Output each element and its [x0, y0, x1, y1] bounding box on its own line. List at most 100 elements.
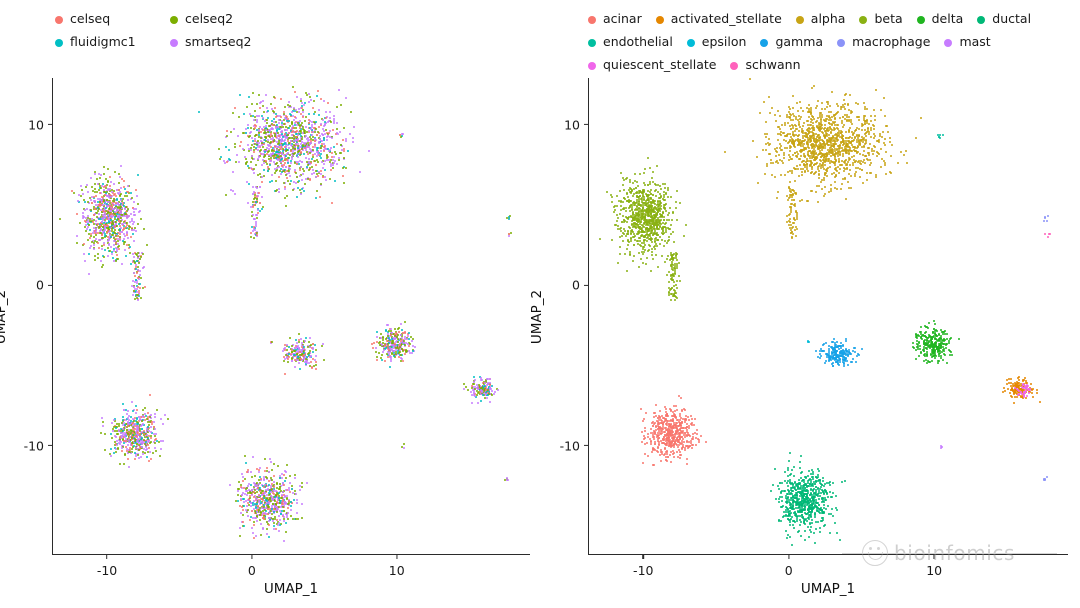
legend-item-fluidigmc1[interactable]: fluidigmc1: [55, 31, 170, 54]
legend-item-label: activated_stellate: [670, 11, 782, 27]
scatter-point: [292, 134, 295, 137]
scatter-point: [258, 141, 261, 144]
scatter-point: [122, 415, 125, 418]
scatter-point: [101, 421, 104, 424]
scatter-point: [278, 524, 281, 527]
scatter-point: [137, 285, 140, 288]
scatter-point: [238, 93, 241, 96]
legend-item-schwann[interactable]: schwann: [730, 54, 801, 77]
scatter-point: [376, 340, 379, 343]
scatter-point: [91, 232, 94, 235]
scatter-point: [865, 178, 868, 181]
scatter-point: [256, 491, 259, 494]
scatter-point: [788, 150, 791, 153]
scatter-point: [843, 124, 846, 127]
scatter-point: [113, 429, 116, 432]
legend-item-activated-stellate[interactable]: activated_stellate: [655, 8, 782, 31]
scatter-point: [113, 182, 116, 185]
scatter-point: [276, 145, 279, 148]
scatter-point: [290, 155, 293, 158]
scatter-point: [93, 254, 96, 257]
scatter-point: [283, 483, 286, 486]
scatter-point: [316, 133, 319, 136]
legend-item-beta[interactable]: beta: [859, 8, 903, 31]
scatter-point: [140, 455, 143, 458]
scatter-point: [800, 128, 803, 131]
scatter-point: [248, 503, 251, 506]
legend-item-gamma[interactable]: gamma: [760, 31, 823, 54]
scatter-point: [138, 418, 141, 421]
scatter-point: [146, 450, 149, 453]
scatter-point: [278, 187, 281, 190]
scatter-point: [251, 476, 254, 479]
legend-swatch-icon: [686, 38, 695, 47]
scatter-point: [294, 365, 297, 368]
scatter-point: [311, 148, 314, 151]
scatter-point: [873, 109, 876, 112]
scatter-point: [313, 160, 316, 163]
scatter-point: [239, 140, 242, 143]
scatter-point: [257, 195, 260, 198]
legend-item-mast[interactable]: mast: [944, 31, 991, 54]
scatter-point: [403, 446, 406, 449]
scatter-point: [114, 426, 117, 429]
scatter-point: [115, 195, 118, 198]
scatter-point: [262, 110, 265, 113]
scatter-point: [93, 258, 96, 261]
scatter-point: [295, 176, 298, 179]
scatter-point: [244, 132, 247, 135]
scatter-point: [305, 157, 308, 160]
legend-item-ductal[interactable]: ductal: [977, 8, 1031, 31]
scatter-point: [233, 193, 236, 196]
legend-item-alpha[interactable]: alpha: [795, 8, 846, 31]
scatter-point: [96, 177, 99, 180]
scatter-point: [320, 132, 323, 135]
scatter-point: [405, 348, 408, 351]
legend-item-epsilon[interactable]: epsilon: [686, 31, 746, 54]
legend-item-celseq[interactable]: celseq: [55, 8, 170, 31]
scatter-point: [863, 117, 866, 120]
scatter-point: [137, 290, 140, 293]
legend-item-quiescent-stellate[interactable]: quiescent_stellate: [588, 54, 716, 77]
scatter-point: [472, 375, 475, 378]
scatter-point: [111, 204, 114, 207]
scatter-point: [140, 427, 143, 430]
scatter-point: [852, 155, 855, 158]
scatter-point: [129, 245, 132, 248]
scatter-point: [400, 360, 403, 363]
scatter-point: [394, 352, 397, 355]
legend-swatch-icon: [760, 38, 769, 47]
scatter-point: [274, 180, 277, 183]
scatter-point: [123, 435, 126, 438]
scatter-point: [133, 416, 136, 419]
legend-item-endothelial[interactable]: endothelial: [588, 31, 673, 54]
scatter-point: [310, 161, 313, 164]
scatter-point: [387, 330, 390, 333]
legend-item-macrophage[interactable]: macrophage: [837, 31, 930, 54]
scatter-point: [134, 267, 137, 270]
scatter-point: [388, 366, 391, 369]
scatter-point: [813, 171, 816, 174]
scatter-point: [834, 159, 837, 162]
scatter-point: [404, 352, 407, 355]
legend-item-acinar[interactable]: acinar: [588, 8, 642, 31]
scatter-point: [307, 145, 310, 148]
scatter-point: [85, 230, 88, 233]
scatter-point: [838, 168, 841, 171]
legend-item-smartseq2[interactable]: smartseq2: [170, 31, 285, 54]
scatter-point: [300, 348, 303, 351]
scatter-point: [106, 246, 109, 249]
legend-item-celseq2[interactable]: celseq2: [170, 8, 285, 31]
scatter-point: [265, 160, 268, 163]
legend-item-label: alpha: [810, 11, 846, 27]
scatter-point: [317, 146, 320, 149]
scatter-point: [398, 331, 401, 334]
scatter-point: [400, 132, 403, 135]
scatter-point: [275, 112, 278, 115]
scatter-point: [296, 95, 299, 98]
scatter-point: [303, 361, 306, 364]
legend-item-delta[interactable]: delta: [916, 8, 963, 31]
scatter-point: [308, 157, 311, 160]
scatter-point: [107, 238, 110, 241]
legend-swatch-icon: [795, 15, 804, 24]
